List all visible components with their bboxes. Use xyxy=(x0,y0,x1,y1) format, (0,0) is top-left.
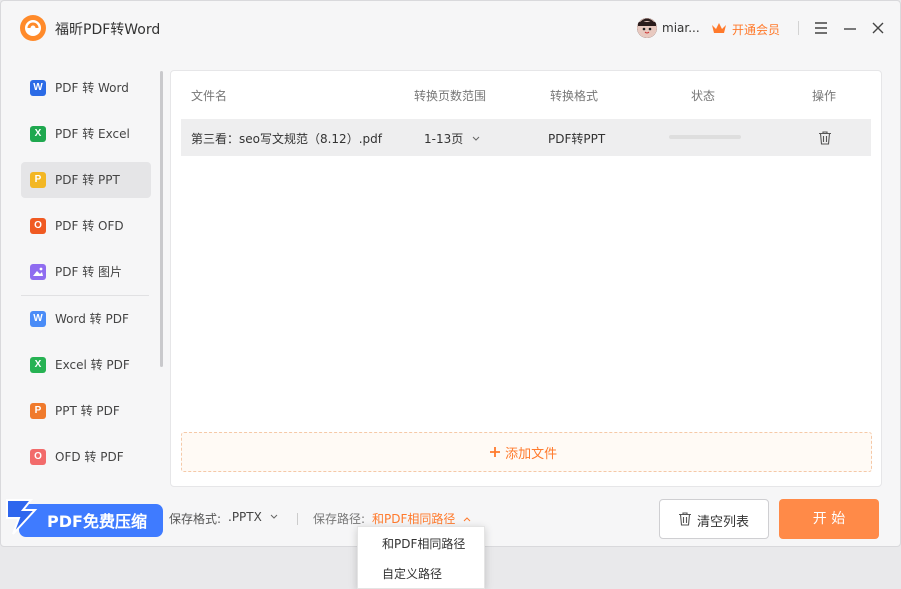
sidebar-item-label: Excel 转 PDF xyxy=(55,358,130,372)
sidebar-item-word-to-pdf[interactable]: W Word 转 PDF xyxy=(21,301,151,337)
sidebar-item-pdf-to-image[interactable]: PDF 转 图片 xyxy=(21,254,151,290)
menu-button[interactable] xyxy=(810,17,832,39)
sidebar-item-label: Word 转 PDF xyxy=(55,312,129,326)
plus-icon xyxy=(490,447,500,457)
vip-label: 开通会员 xyxy=(732,23,781,37)
footer-divider xyxy=(297,513,298,525)
page-range-select[interactable]: 1-13页 xyxy=(424,130,481,147)
save-path-select[interactable]: 和PDF相同路径 xyxy=(372,510,472,527)
chevron-down-icon xyxy=(472,136,480,141)
chevron-down-icon xyxy=(270,514,278,519)
ofd-doc-icon: O xyxy=(30,449,46,465)
sidebar-item-label: OFD 转 PDF xyxy=(55,450,124,464)
hamburger-menu-icon xyxy=(815,22,827,34)
save-path-label: 保存路径: xyxy=(313,512,366,526)
avatar[interactable] xyxy=(637,18,657,38)
ppt-doc-icon: P xyxy=(30,403,46,419)
save-format-value: .PPTX xyxy=(228,510,262,524)
close-icon xyxy=(872,22,884,34)
column-header-filename: 文件名 xyxy=(191,89,228,103)
start-button[interactable]: 开 始 xyxy=(779,499,879,539)
promo-label: PDF免费压缩 xyxy=(47,512,147,531)
sidebar-item-label: PPT 转 PDF xyxy=(55,404,120,418)
sidebar-scrollbar[interactable] xyxy=(160,71,163,367)
trash-icon[interactable] xyxy=(817,130,833,146)
dropdown-option-same-path[interactable]: 和PDF相同路径 xyxy=(382,535,465,552)
crown-icon xyxy=(712,23,726,33)
avatar-image-icon xyxy=(637,18,657,38)
sidebar: W PDF 转 Word X PDF 转 Excel P PDF 转 PPT O… xyxy=(19,67,159,487)
add-file-label: 添加文件 xyxy=(505,447,558,462)
image-icon xyxy=(30,264,46,280)
column-header-status: 状态 xyxy=(691,89,716,103)
sidebar-item-pdf-to-ppt[interactable]: P PDF 转 PPT xyxy=(21,162,151,198)
sidebar-item-pdf-to-word[interactable]: W PDF 转 Word xyxy=(21,70,151,106)
trash-icon xyxy=(679,512,691,526)
add-file-button[interactable]: 添加文件 xyxy=(181,432,872,472)
sidebar-item-ppt-to-pdf[interactable]: P PPT 转 PDF xyxy=(21,393,151,429)
app-title: 福昕PDF转Word xyxy=(55,22,161,38)
sidebar-divider xyxy=(21,295,149,296)
sidebar-item-label: PDF 转 OFD xyxy=(55,219,124,233)
save-path-dropdown: 和PDF相同路径 自定义路径 xyxy=(357,526,485,589)
word-doc-icon: W xyxy=(30,311,46,327)
ofd-icon: O xyxy=(30,218,46,234)
sidebar-item-label: PDF 转 PPT xyxy=(55,173,120,187)
dropdown-option-custom-path[interactable]: 自定义路径 xyxy=(382,565,442,582)
close-button[interactable] xyxy=(867,17,889,39)
minimize-button[interactable] xyxy=(839,17,861,39)
column-header-actions: 操作 xyxy=(812,89,837,103)
column-header-format: 转换格式 xyxy=(550,89,599,103)
table-row[interactable]: 第三看：seo写文规范（8.12）.pdf 1-13页 PDF转PPT xyxy=(181,119,871,156)
word-icon: W xyxy=(30,80,46,96)
username[interactable]: miar... xyxy=(662,21,700,35)
sidebar-item-pdf-to-excel[interactable]: X PDF 转 Excel xyxy=(21,116,151,152)
promo-banner[interactable]: PDF免费压缩 xyxy=(3,496,163,538)
status-progress-bar xyxy=(669,135,741,139)
ppt-icon: P xyxy=(30,172,46,188)
header-divider xyxy=(798,21,799,35)
excel-doc-icon: X xyxy=(30,357,46,373)
excel-icon: X xyxy=(30,126,46,142)
clear-list-button[interactable]: 清空列表 xyxy=(659,499,769,539)
sidebar-item-label: PDF 转 Excel xyxy=(55,127,130,141)
column-header-page-range: 转换页数范围 xyxy=(414,89,487,103)
save-format-label: 保存格式: xyxy=(169,512,222,526)
file-name: 第三看：seo写文规范（8.12）.pdf xyxy=(191,132,382,146)
sidebar-item-label: PDF 转 图片 xyxy=(55,265,123,279)
page-range-value: 1-13页 xyxy=(424,132,464,146)
minimize-icon xyxy=(844,28,856,30)
sidebar-item-ofd-to-pdf[interactable]: O OFD 转 PDF xyxy=(21,439,151,475)
sidebar-item-label: PDF 转 Word xyxy=(55,81,129,95)
save-path-value: 和PDF相同路径 xyxy=(372,512,456,526)
save-format-select[interactable]: .PPTX xyxy=(228,510,279,524)
compress-icon xyxy=(6,499,38,535)
convert-format: PDF转PPT xyxy=(548,132,606,146)
app-logo-icon xyxy=(20,15,46,41)
app-window: 福昕PDF转Word miar... 开通会员 W PDF 转 Word X P… xyxy=(0,0,901,547)
sidebar-item-pdf-to-ofd[interactable]: O PDF 转 OFD xyxy=(21,208,151,244)
title-bar: 福昕PDF转Word miar... 开通会员 xyxy=(1,1,900,57)
chevron-up-icon xyxy=(463,517,471,522)
sidebar-item-excel-to-pdf[interactable]: X Excel 转 PDF xyxy=(21,347,151,383)
file-list-panel: 文件名 转换页数范围 转换格式 状态 操作 第三看：seo写文规范（8.12）.… xyxy=(170,70,882,487)
clear-list-label: 清空列表 xyxy=(697,515,750,530)
